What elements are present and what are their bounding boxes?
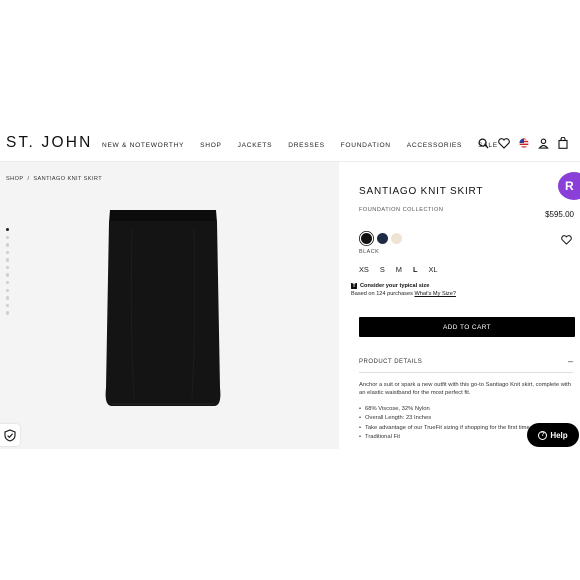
size-selector: XS S M L XL xyxy=(359,265,449,274)
add-to-cart-button[interactable]: ADD TO CART xyxy=(359,317,575,337)
product-image[interactable] xyxy=(96,208,230,408)
main-nav: NEW & NOTEWORTHY SHOP JACKETS DRESSES FO… xyxy=(102,142,514,149)
header-icons xyxy=(478,137,568,149)
shield-icon[interactable] xyxy=(0,424,20,446)
truefit-icon: T xyxy=(351,283,357,289)
heart-icon[interactable] xyxy=(498,137,510,149)
gallery-dots xyxy=(6,228,10,315)
bullet-item: Traditional Fit xyxy=(359,433,530,442)
gallery-dot[interactable] xyxy=(6,265,10,270)
help-icon: ? xyxy=(538,430,548,440)
breadcrumb-shop[interactable]: SHOP xyxy=(6,176,23,182)
wishlist-heart-icon[interactable] xyxy=(561,232,572,250)
gallery-dot[interactable] xyxy=(6,296,10,300)
rewards-badge[interactable]: R xyxy=(558,172,580,200)
swatch-navy[interactable] xyxy=(377,233,388,244)
product-details-panel: SANTIAGO KNIT SKIRT FOUNDATION COLLECTIO… xyxy=(339,162,580,449)
whats-my-size-link[interactable]: What's My Size? xyxy=(414,291,455,297)
bag-icon[interactable] xyxy=(558,137,568,149)
gallery-dot[interactable] xyxy=(6,273,10,277)
gallery-dot[interactable] xyxy=(6,258,10,262)
product-gallery: SHOP / SANTIAGO KNIT SKIRT xyxy=(0,162,339,449)
fit-heading: T Consider your typical size xyxy=(351,283,429,289)
nav-accessories[interactable]: ACCESSORIES xyxy=(407,142,462,149)
logo[interactable]: ST. JOHN xyxy=(6,134,93,152)
breadcrumb: SHOP / SANTIAGO KNIT SKIRT xyxy=(6,176,102,182)
help-label: Help xyxy=(550,430,568,440)
nav-foundation[interactable]: FOUNDATION xyxy=(341,142,391,149)
fit-sub-text: Based on 124 purchases xyxy=(351,291,413,297)
flag-us-icon[interactable] xyxy=(519,138,529,148)
gallery-dot[interactable] xyxy=(6,228,10,232)
product-price: $595.00 xyxy=(545,210,574,219)
site-header: ST. JOHN NEW & NOTEWORTHY SHOP JACKETS D… xyxy=(0,128,580,162)
size-l[interactable]: L xyxy=(413,265,418,274)
fit-heading-text: Consider your typical size xyxy=(360,283,430,289)
nav-jackets[interactable]: JACKETS xyxy=(238,142,273,149)
gallery-dot[interactable] xyxy=(6,243,10,247)
gallery-dot[interactable] xyxy=(6,303,10,308)
collapse-icon[interactable]: – xyxy=(568,356,573,366)
product-bullets: 68% Viscose, 32% Nylon Overall Length: 2… xyxy=(359,405,530,442)
size-s[interactable]: S xyxy=(380,265,385,274)
gallery-dot[interactable] xyxy=(6,235,10,239)
product-title: SANTIAGO KNIT SKIRT xyxy=(359,186,484,197)
bullet-item: 68% Viscose, 32% Nylon xyxy=(359,405,530,414)
product-details-toggle[interactable]: PRODUCT DETAILS – xyxy=(359,356,573,373)
swatch-cream[interactable] xyxy=(391,233,402,244)
user-icon[interactable] xyxy=(538,138,549,149)
bullet-item: Take advantage of our TrueFit sizing if … xyxy=(359,424,530,433)
color-swatches xyxy=(359,233,402,244)
product-description: Anchor a suit or spark a new outfit with… xyxy=(359,382,572,397)
collection-name[interactable]: FOUNDATION COLLECTION xyxy=(359,207,443,213)
nav-new-noteworthy[interactable]: NEW & NOTEWORTHY xyxy=(102,142,184,149)
bullet-item: Overall Length: 23 Inches xyxy=(359,414,530,423)
breadcrumb-separator: / xyxy=(27,176,30,182)
gallery-dot[interactable] xyxy=(6,288,10,293)
product-details-label: PRODUCT DETAILS xyxy=(359,359,423,365)
size-m[interactable]: M xyxy=(396,265,402,274)
size-xs[interactable]: XS xyxy=(359,265,369,274)
swatch-black[interactable] xyxy=(361,233,372,244)
gallery-dot[interactable] xyxy=(6,281,10,285)
help-button[interactable]: ? Help xyxy=(527,423,579,447)
size-xl[interactable]: XL xyxy=(428,265,437,274)
nav-dresses[interactable]: DRESSES xyxy=(288,142,324,149)
nav-shop[interactable]: SHOP xyxy=(200,142,222,149)
breadcrumb-current: SANTIAGO KNIT SKIRT xyxy=(33,176,103,182)
fit-subtext: Based on 124 purchases What's My Size? xyxy=(351,291,456,297)
search-icon[interactable] xyxy=(478,138,489,149)
page: ST. JOHN NEW & NOTEWORTHY SHOP JACKETS D… xyxy=(0,0,580,580)
gallery-dot[interactable] xyxy=(6,311,10,315)
gallery-dot[interactable] xyxy=(6,250,10,255)
selected-color-label: BLACK xyxy=(359,249,380,255)
